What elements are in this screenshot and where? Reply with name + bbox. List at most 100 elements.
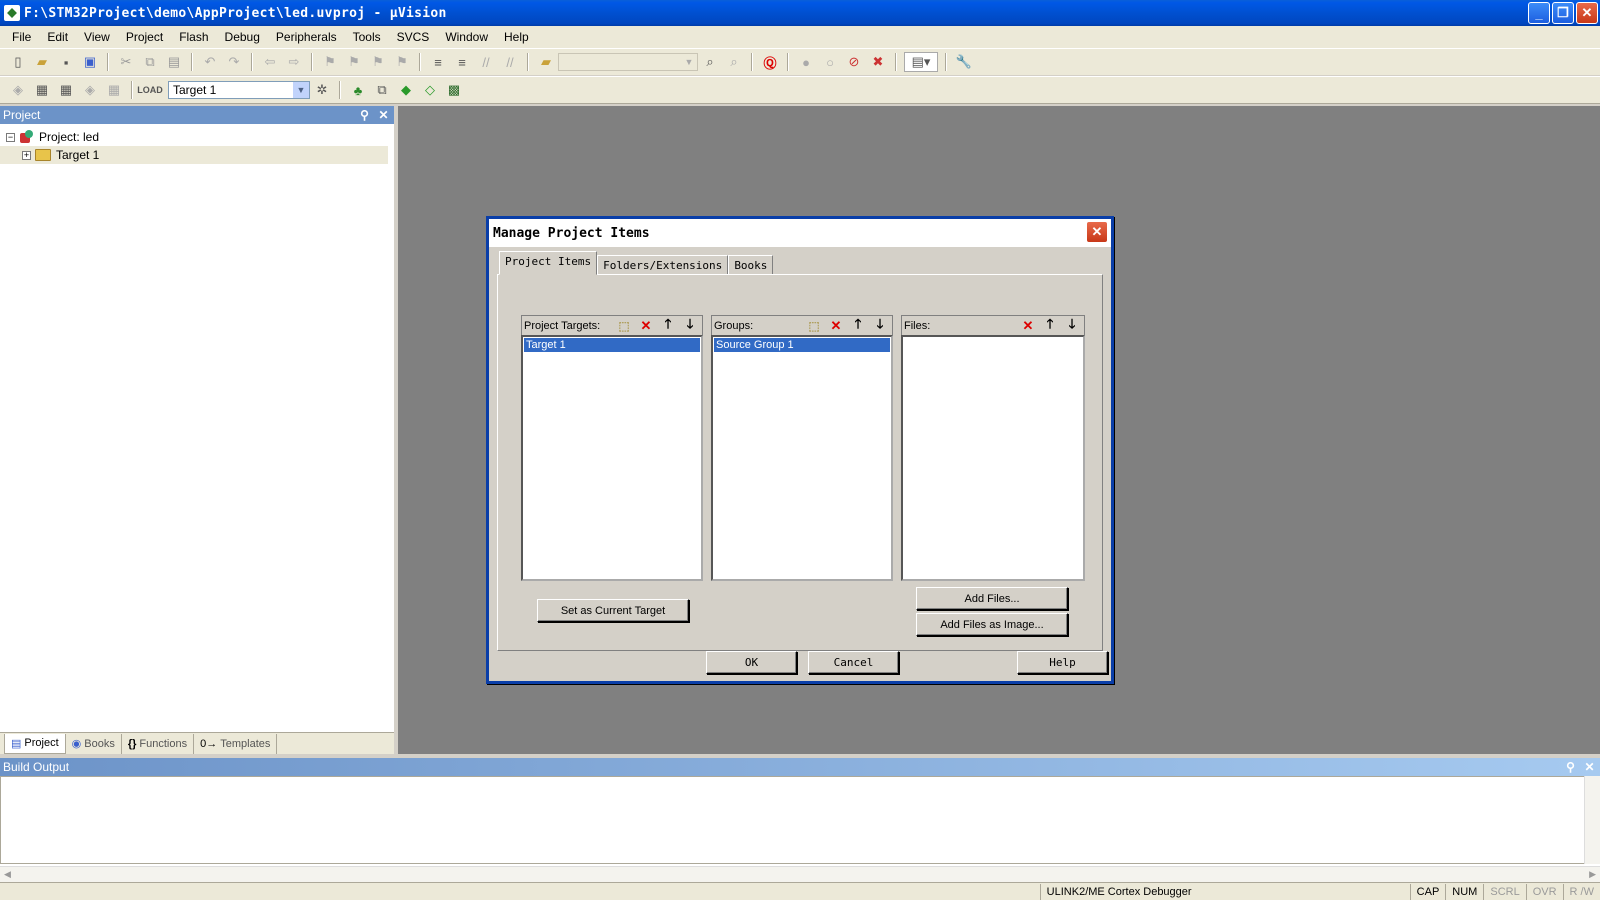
- breakpoint-disable-all-icon[interactable]: ⊘: [844, 52, 864, 72]
- move-down-icon[interactable]: 🡓: [680, 316, 700, 335]
- menu-debug[interactable]: Debug: [217, 30, 268, 44]
- manage-rte-icon[interactable]: ◇: [420, 80, 440, 100]
- menu-flash[interactable]: Flash: [171, 30, 216, 44]
- pack-installer-icon[interactable]: ◆: [396, 80, 416, 100]
- tab-books[interactable]: ◉ Books: [66, 733, 122, 754]
- batch-build-icon[interactable]: ◈: [80, 80, 100, 100]
- move-down-icon[interactable]: 🡓: [1062, 316, 1082, 335]
- cut-icon[interactable]: ✂: [116, 52, 136, 72]
- delete-group-icon[interactable]: ✕: [826, 317, 846, 335]
- menu-project[interactable]: Project: [118, 30, 171, 44]
- nav-back-icon[interactable]: ⇦: [260, 52, 280, 72]
- groups-list[interactable]: Source Group 1: [711, 335, 893, 581]
- menu-svcs[interactable]: SVCS: [389, 30, 438, 44]
- run-time-env-icon[interactable]: ▩: [444, 80, 464, 100]
- tab-project-items[interactable]: Project Items: [499, 251, 598, 275]
- tree-item-target[interactable]: + Target 1: [0, 146, 388, 164]
- scroll-right-icon[interactable]: ▶: [1589, 869, 1596, 880]
- help-button[interactable]: Help: [1017, 651, 1108, 674]
- set-current-target-button[interactable]: Set as Current Target: [537, 599, 689, 622]
- menu-tools[interactable]: Tools: [345, 30, 389, 44]
- pin-icon[interactable]: ⚲: [1563, 759, 1578, 774]
- manage-project-items-icon[interactable]: ♣: [348, 80, 368, 100]
- menu-file[interactable]: File: [4, 30, 39, 44]
- save-all-icon[interactable]: ▣: [80, 52, 100, 72]
- menu-window[interactable]: Window: [437, 30, 496, 44]
- find-icon[interactable]: ⌕: [700, 52, 720, 72]
- tree-item-project[interactable]: − Project: led: [6, 128, 388, 146]
- paste-icon[interactable]: ▤: [164, 52, 184, 72]
- tab-folders-extensions[interactable]: Folders/Extensions: [597, 255, 729, 275]
- add-files-as-image-button[interactable]: Add Files as Image...: [916, 613, 1068, 636]
- menu-view[interactable]: View: [76, 30, 118, 44]
- stop-build-icon[interactable]: ▦: [104, 80, 124, 100]
- undo-icon[interactable]: ↶: [200, 52, 220, 72]
- maximize-button[interactable]: ❐: [1552, 2, 1574, 24]
- menu-peripherals[interactable]: Peripherals: [268, 30, 345, 44]
- tab-templates[interactable]: 0→ Templates: [194, 733, 278, 754]
- tab-project[interactable]: ▤ Project: [4, 733, 66, 754]
- unindent-icon[interactable]: ≡: [452, 52, 472, 72]
- download-load-icon[interactable]: LOAD: [137, 80, 163, 100]
- debug-session-icon[interactable]: Ⓠ: [760, 52, 780, 72]
- move-down-icon[interactable]: 🡓: [870, 316, 890, 335]
- save-icon[interactable]: ▪: [56, 52, 76, 72]
- minimize-button[interactable]: _: [1528, 2, 1550, 24]
- move-up-icon[interactable]: 🡑: [658, 316, 678, 335]
- comment-icon[interactable]: //: [476, 52, 496, 72]
- build-output-text[interactable]: [0, 776, 1600, 864]
- files-list[interactable]: [901, 335, 1085, 581]
- find-combo[interactable]: ▼: [558, 53, 698, 71]
- tab-books[interactable]: Books: [728, 255, 774, 275]
- indent-icon[interactable]: ≡: [428, 52, 448, 72]
- move-up-icon[interactable]: 🡑: [1040, 316, 1060, 335]
- delete-file-icon[interactable]: ✕: [1018, 317, 1038, 335]
- open-file-icon[interactable]: ▰: [32, 52, 52, 72]
- uncomment-icon[interactable]: //: [500, 52, 520, 72]
- horizontal-scrollbar[interactable]: ◀ ▶: [0, 866, 1600, 882]
- target-options-icon[interactable]: ✲: [312, 80, 332, 100]
- move-up-icon[interactable]: 🡑: [848, 316, 868, 335]
- bookmark-toggle-icon[interactable]: ⚑: [320, 52, 340, 72]
- redo-icon[interactable]: ↷: [224, 52, 244, 72]
- tab-functions[interactable]: {} Functions: [122, 733, 195, 754]
- nav-forward-icon[interactable]: ⇨: [284, 52, 304, 72]
- close-icon[interactable]: ✕: [376, 107, 391, 122]
- bookmark-next-icon[interactable]: ⚑: [368, 52, 388, 72]
- incremental-find-icon[interactable]: ⌕: [724, 52, 744, 72]
- menu-help[interactable]: Help: [496, 30, 537, 44]
- list-item[interactable]: Target 1: [524, 338, 700, 352]
- list-item[interactable]: Source Group 1: [714, 338, 890, 352]
- ok-button[interactable]: OK: [706, 651, 797, 674]
- target-select[interactable]: Target 1 ▼: [168, 81, 310, 99]
- configure-wrench-icon[interactable]: 🔧: [954, 52, 974, 72]
- add-files-button[interactable]: Add Files...: [916, 587, 1068, 610]
- new-group-icon[interactable]: ⬚: [804, 317, 824, 335]
- dialog-close-button[interactable]: ✕: [1086, 221, 1108, 243]
- cancel-button[interactable]: Cancel: [808, 651, 899, 674]
- menu-edit[interactable]: Edit: [39, 30, 76, 44]
- bookmark-prev-icon[interactable]: ⚑: [344, 52, 364, 72]
- translate-icon[interactable]: ◈: [8, 80, 28, 100]
- project-targets-list[interactable]: Target 1: [521, 335, 703, 581]
- vertical-scrollbar[interactable]: [1584, 776, 1600, 864]
- breakpoint-kill-all-icon[interactable]: ✖: [868, 52, 888, 72]
- scroll-left-icon[interactable]: ◀: [4, 869, 11, 880]
- find-in-files-icon[interactable]: ▰: [536, 52, 556, 72]
- breakpoint-enable-icon[interactable]: ○: [820, 52, 840, 72]
- delete-target-icon[interactable]: ✕: [636, 317, 656, 335]
- new-file-icon[interactable]: ▯: [8, 52, 28, 72]
- window-layout-icon[interactable]: ▤▾: [904, 52, 938, 72]
- build-icon[interactable]: ▦: [32, 80, 52, 100]
- pin-icon[interactable]: ⚲: [357, 107, 372, 122]
- new-target-icon[interactable]: ⬚: [614, 317, 634, 335]
- rebuild-icon[interactable]: ▦: [56, 80, 76, 100]
- expand-icon[interactable]: +: [22, 150, 31, 160]
- collapse-icon[interactable]: −: [6, 132, 15, 142]
- bookmark-clear-icon[interactable]: ⚑: [392, 52, 412, 72]
- close-window-button[interactable]: ✕: [1576, 2, 1598, 24]
- copy-icon[interactable]: ⧉: [140, 52, 160, 72]
- select-packs-icon[interactable]: ⧉: [372, 80, 392, 100]
- breakpoint-insert-icon[interactable]: ●: [796, 52, 816, 72]
- close-icon[interactable]: ✕: [1582, 759, 1597, 774]
